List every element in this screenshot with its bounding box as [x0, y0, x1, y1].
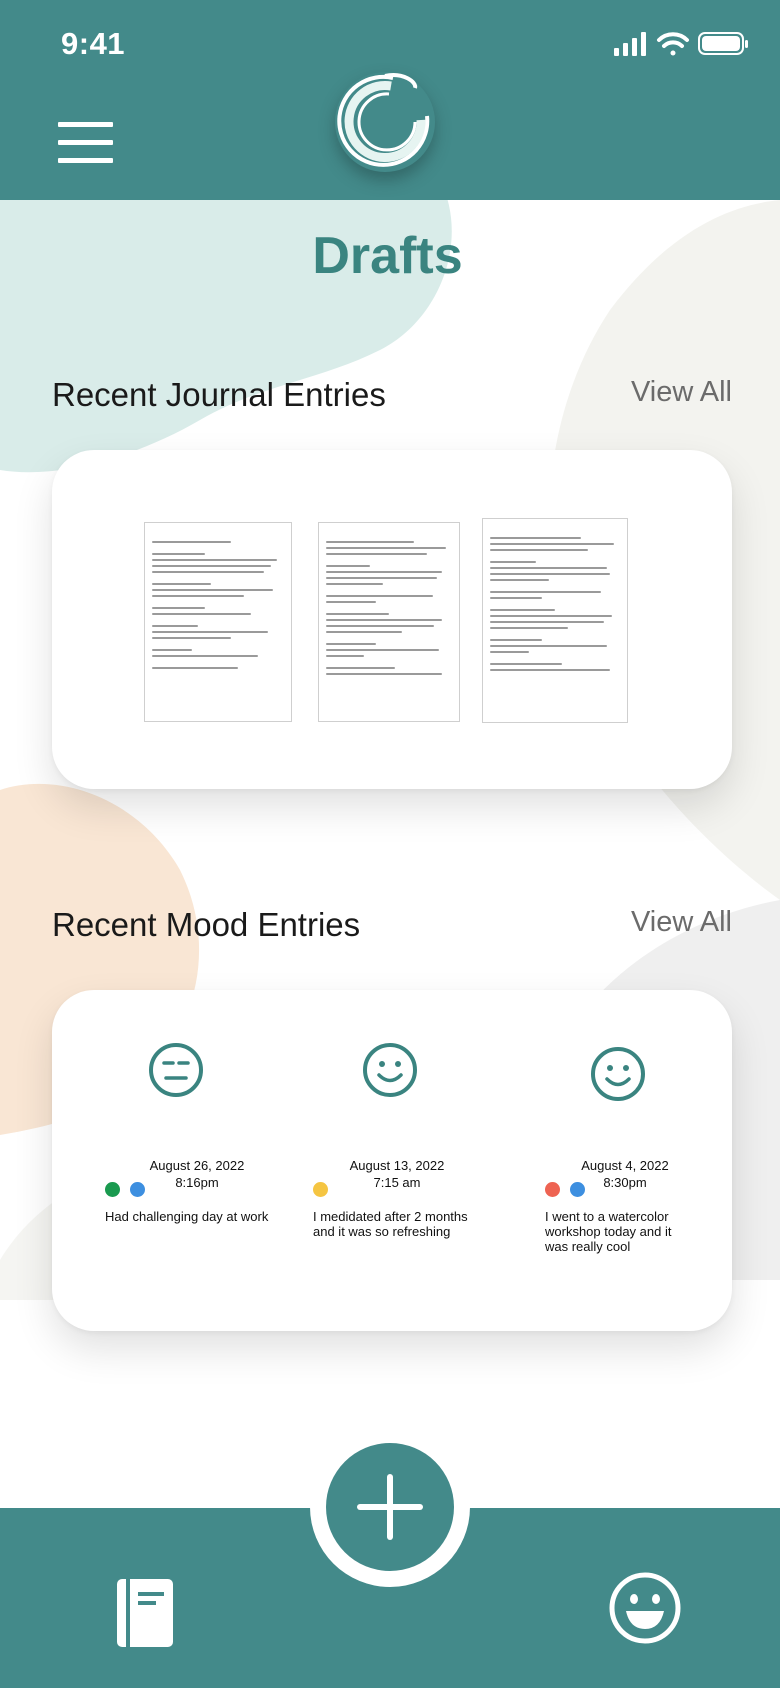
neutral-face-icon — [149, 1043, 203, 1097]
mood-entry-note: Had challenging day at work — [105, 1209, 269, 1224]
mood-entries-card: August 26, 2022 8:16pm Had challenging d… — [52, 990, 732, 1331]
hamburger-menu-icon[interactable] — [58, 120, 113, 166]
journal-document-thumbnail[interactable] — [318, 522, 460, 722]
mood-tag-dots — [313, 1182, 328, 1197]
page-title: Drafts — [312, 227, 463, 285]
wifi-icon — [657, 32, 689, 56]
app-logo-icon[interactable] — [333, 70, 437, 174]
mood-view-all-link[interactable]: View All — [631, 906, 732, 939]
mood-tag-dot-red — [545, 1182, 560, 1197]
mood-section-title: Recent Mood Entries — [52, 906, 361, 943]
plus-icon — [357, 1474, 423, 1540]
signal-icon — [614, 32, 646, 56]
mood-date-text: August 4, 2022 — [581, 1158, 669, 1173]
mood-tag-dot-yellow — [313, 1182, 328, 1197]
journal-section-title: Recent Journal Entries — [52, 376, 386, 413]
mood-date-text: August 26, 2022 — [149, 1158, 245, 1173]
journal-entries-card — [52, 450, 732, 789]
status-time: 9:41 — [61, 26, 126, 61]
journal-document-thumbnail[interactable] — [144, 522, 292, 722]
journal-document-thumbnail[interactable] — [482, 518, 628, 723]
mood-entry-note: I medidated after 2 months and it was so… — [313, 1209, 468, 1239]
smiling-face-icon — [591, 1047, 645, 1101]
add-entry-button[interactable] — [326, 1443, 454, 1571]
smiling-face-icon — [363, 1043, 417, 1097]
mood-tag-dots — [105, 1182, 145, 1197]
mood-tag-dots — [545, 1182, 585, 1197]
mood-tag-dot-blue — [570, 1182, 585, 1197]
background-mint-blob — [0, 180, 452, 473]
battery-icon — [698, 32, 748, 55]
mood-entry-date: August 13, 2022 7:15 am — [322, 1157, 472, 1191]
mood-tag-dot-blue — [130, 1182, 145, 1197]
status-icons — [614, 30, 750, 63]
mood-entry-note: I went to a watercolor workshop today an… — [545, 1209, 672, 1254]
mood-time-text: 7:15 am — [373, 1175, 421, 1190]
mood-tag-dot-green — [105, 1182, 120, 1197]
happy-face-icon[interactable] — [608, 1571, 682, 1645]
mood-date-text: August 13, 2022 — [349, 1158, 445, 1173]
journal-view-all-link[interactable]: View All — [631, 376, 732, 409]
journal-book-icon[interactable] — [116, 1578, 174, 1648]
app-header: 9:41 — [0, 0, 780, 200]
